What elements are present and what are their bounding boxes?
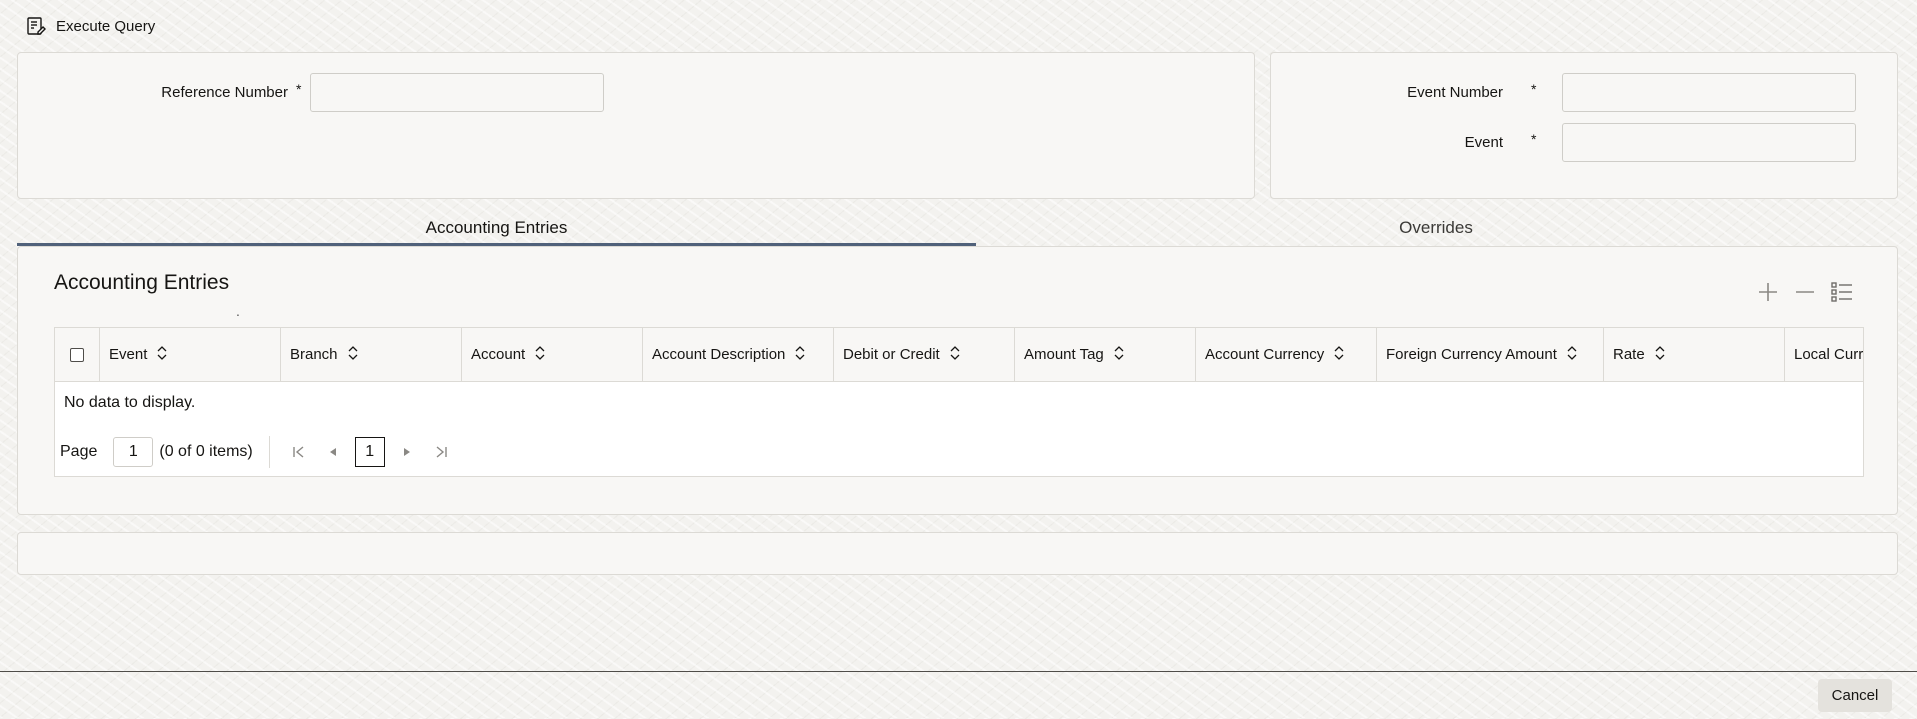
required-marker: * [1531,131,1537,147]
accounting-entries-table: Event Branch Account Account Description… [54,327,1864,477]
sort-icon[interactable] [1334,345,1344,364]
reference-panel: Reference Number * [17,52,1255,199]
table-header: Event Branch Account Account Description… [55,328,1863,382]
page-label: Page [60,443,98,460]
event-number-label: Event Number [1407,84,1503,101]
previous-page-button[interactable] [321,440,345,464]
section-dot: . [236,303,240,319]
sort-icon[interactable] [348,345,358,364]
sort-icon[interactable] [1567,345,1577,364]
select-all-checkbox[interactable] [70,347,84,362]
reference-number-input[interactable] [310,73,604,112]
next-page-button[interactable] [395,440,419,464]
event-input[interactable] [1562,123,1856,162]
minus-icon [1796,291,1814,293]
column-header-local-currency[interactable]: Local Curr [1785,328,1863,381]
required-marker: * [1531,81,1537,97]
sort-icon[interactable] [795,345,805,364]
sort-icon[interactable] [1655,345,1665,364]
last-page-button[interactable] [429,440,453,464]
column-header-branch[interactable]: Branch [281,328,462,381]
column-header-account[interactable]: Account [462,328,643,381]
column-header-debit-or-credit[interactable]: Debit or Credit [834,328,1015,381]
first-page-icon [293,446,304,458]
footer-panel [17,532,1898,575]
add-row-button[interactable] [1755,279,1781,305]
execute-query-icon [26,16,46,36]
last-page-icon [436,446,447,458]
cancel-button[interactable]: Cancel [1818,679,1892,712]
pagination: Page 1 (0 of 0 items) 1 [60,436,458,468]
current-page-button[interactable]: 1 [354,437,385,467]
column-header-event[interactable]: Event [100,328,281,381]
sort-icon[interactable] [1114,345,1124,364]
column-list-button[interactable] [1829,279,1855,305]
required-marker: * [296,81,302,97]
tab-bar: Accounting Entries Overrides [17,211,1896,246]
execute-query-button[interactable]: Execute Query [26,14,155,38]
previous-page-icon [329,448,336,456]
column-header-amount-tag[interactable]: Amount Tag [1015,328,1196,381]
pager-divider [268,436,270,468]
column-header-account-description[interactable]: Account Description [643,328,834,381]
delete-row-button[interactable] [1792,279,1818,305]
column-header-account-currency[interactable]: Account Currency [1196,328,1377,381]
sort-icon[interactable] [157,345,167,364]
section-title: Accounting Entries [54,271,230,294]
column-header-rate[interactable]: Rate [1604,328,1785,381]
tab-overrides[interactable]: Overrides [976,211,1896,245]
next-page-icon [403,448,410,456]
sort-icon[interactable] [950,345,960,364]
list-icon [1831,282,1852,302]
event-number-input[interactable] [1562,73,1856,112]
column-header-foreign-currency-amount[interactable]: Foreign Currency Amount [1377,328,1604,381]
event-panel: Event Number * Event * [1270,52,1898,199]
event-label: Event [1464,134,1503,151]
tab-accounting-entries[interactable]: Accounting Entries [17,211,976,246]
bottom-bar [0,671,1917,719]
first-page-button[interactable] [287,440,311,464]
accounting-entries-panel: Accounting Entries . Event Branch Accoun… [17,246,1898,515]
execute-query-label: Execute Query [56,17,156,35]
items-count: (0 of 0 items) [159,443,253,460]
page-number-input[interactable]: 1 [113,437,154,467]
reference-number-label: Reference Number [161,84,288,101]
sort-icon[interactable] [535,345,545,364]
select-all-cell [55,328,100,381]
no-data-message: No data to display. [64,394,196,411]
plus-icon [1759,283,1777,301]
